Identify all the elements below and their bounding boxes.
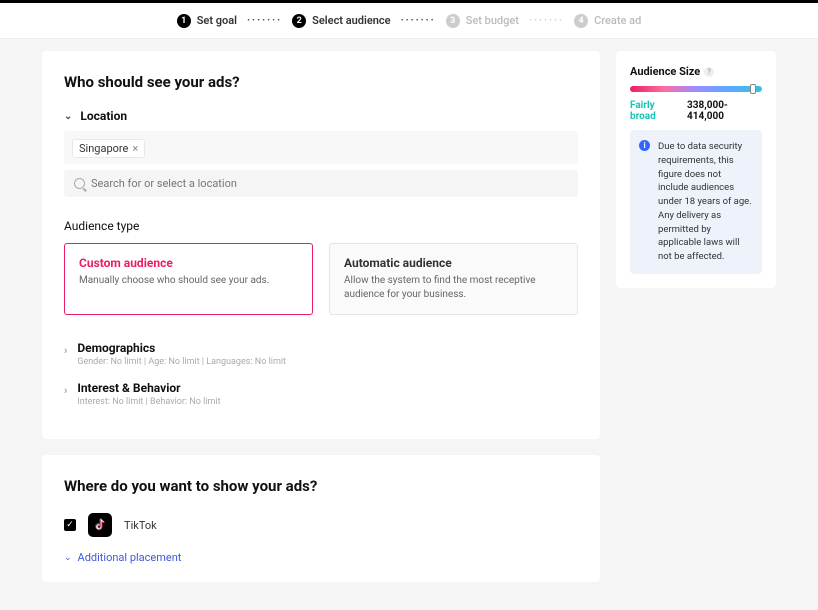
chevron-down-icon: ⌄	[64, 553, 72, 563]
step-label: Create ad	[594, 14, 641, 27]
card-title: Who should see your ads?	[64, 73, 578, 91]
chevron-down-icon: ⌄	[64, 111, 72, 122]
location-section-header[interactable]: ⌄ Location	[64, 109, 578, 123]
search-icon	[74, 178, 85, 189]
progress-stepper: 1 Set goal ······· 2 Select audience ···…	[0, 3, 818, 39]
audience-size-panel: Audience Size ? Fairly broad 338,000-414…	[616, 51, 776, 288]
section-summary: Interest: No limit | Behavior: No limit	[77, 397, 220, 407]
location-chip-row: Singapore ×	[64, 131, 578, 164]
info-icon: i	[639, 140, 650, 151]
audience-size-row: Fairly broad 338,000-414,000	[630, 100, 762, 122]
step-label: Set goal	[197, 14, 237, 27]
interest-behavior-section[interactable]: › Interest & Behavior Interest: No limit…	[64, 381, 578, 407]
audience-type-automatic[interactable]: Automatic audience Allow the system to f…	[329, 243, 578, 315]
close-icon[interactable]: ×	[132, 142, 138, 155]
chevron-right-icon: ›	[64, 384, 67, 397]
step-divider: ·······	[247, 15, 282, 26]
data-security-notice: i Due to data security requirements, thi…	[630, 130, 762, 274]
section-summary: Gender: No limit | Age: No limit | Langu…	[77, 357, 286, 367]
placement-row-tiktok: ✓ TikTok	[64, 513, 578, 537]
option-title: Custom audience	[79, 256, 298, 270]
step-divider: ·······	[529, 15, 564, 26]
location-search[interactable]	[64, 170, 578, 197]
step-number: 3	[446, 14, 460, 28]
option-title: Automatic audience	[344, 256, 563, 270]
placement-card: Where do you want to show your ads? ✓ Ti…	[42, 455, 600, 582]
audience-card: Who should see your ads? ⌄ Location Sing…	[42, 51, 600, 439]
placement-checkbox[interactable]: ✓	[64, 519, 76, 531]
demographics-section[interactable]: › Demographics Gender: No limit | Age: N…	[64, 341, 578, 367]
additional-placement-label: Additional placement	[78, 551, 182, 564]
step-number: 2	[292, 14, 306, 28]
placement-label: TikTok	[124, 519, 157, 532]
step-set-goal[interactable]: 1 Set goal	[177, 14, 237, 28]
panel-title: Audience Size	[630, 65, 700, 78]
chevron-right-icon: ›	[64, 344, 67, 357]
option-desc: Allow the system to find the most recept…	[344, 274, 563, 302]
tiktok-icon	[88, 513, 112, 537]
location-label: Location	[80, 109, 127, 123]
panel-title-row: Audience Size ?	[630, 65, 762, 78]
notice-text: Due to data security requirements, this …	[658, 141, 752, 262]
audience-type-custom[interactable]: Custom audience Manually choose who shou…	[64, 243, 313, 315]
gauge-thumb	[750, 84, 756, 94]
audience-size-value: 338,000-414,000	[687, 100, 762, 122]
step-number: 4	[574, 14, 588, 28]
audience-type-label: Audience type	[64, 219, 578, 233]
section-title: Interest & Behavior	[77, 381, 220, 395]
audience-size-gauge	[630, 86, 762, 92]
step-number: 1	[177, 14, 191, 28]
location-search-input[interactable]	[91, 177, 568, 190]
step-divider: ·······	[401, 15, 436, 26]
step-label: Select audience	[312, 14, 390, 27]
card-title: Where do you want to show your ads?	[64, 477, 578, 495]
info-icon[interactable]: ?	[704, 67, 714, 77]
step-label: Set budget	[466, 14, 519, 27]
chip-label: Singapore	[79, 142, 128, 155]
section-title: Demographics	[77, 341, 286, 355]
option-desc: Manually choose who should see your ads.	[79, 274, 298, 288]
audience-breadth-label: Fairly broad	[630, 100, 681, 122]
step-set-budget[interactable]: 3 Set budget	[446, 14, 519, 28]
step-select-audience[interactable]: 2 Select audience	[292, 14, 390, 28]
step-create-ad[interactable]: 4 Create ad	[574, 14, 641, 28]
location-chip[interactable]: Singapore ×	[72, 139, 145, 158]
additional-placement-toggle[interactable]: ⌄ Additional placement	[64, 551, 578, 564]
